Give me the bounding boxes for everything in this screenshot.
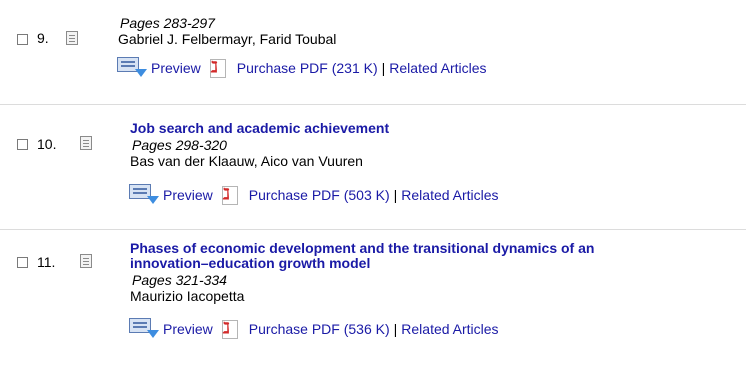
purchase-pdf-link[interactable]: Purchase PDF (536 K) <box>249 321 390 337</box>
item-links: Preview ℷ Purchase PDF (536 K) | Related… <box>129 318 499 340</box>
link-separator: | <box>393 187 398 203</box>
article-item-11: 11. Phases of economic development and t… <box>0 230 746 372</box>
link-separator: | <box>393 321 398 337</box>
preview-link[interactable]: Preview <box>163 321 213 337</box>
select-checkbox[interactable] <box>17 139 28 150</box>
article-title-line-2[interactable]: innovation–education growth model <box>130 256 594 271</box>
item-authors: Maurizio Iacopetta <box>130 288 245 304</box>
pdf-icon[interactable]: ℷ <box>219 318 241 340</box>
item-number: 9. <box>37 30 49 46</box>
abstract-doc-icon[interactable] <box>80 254 92 268</box>
item-authors: Bas van der Klaauw, Aico van Vuuren <box>130 153 363 169</box>
purchase-pdf-link[interactable]: Purchase PDF (231 K) <box>237 60 378 76</box>
preview-link[interactable]: Preview <box>163 187 213 203</box>
item-number: 10. <box>37 136 57 152</box>
preview-link[interactable]: Preview <box>151 60 201 76</box>
item-links: Preview ℷ Purchase PDF (231 K) | Related… <box>117 57 487 79</box>
purchase-pdf-link[interactable]: Purchase PDF (503 K) <box>249 187 390 203</box>
related-articles-link[interactable]: Related Articles <box>389 60 486 76</box>
item-number: 11. <box>37 254 56 270</box>
preview-icon[interactable] <box>129 318 159 340</box>
item-pages: Pages 321-334 <box>132 272 227 288</box>
preview-icon[interactable] <box>129 184 159 206</box>
item-pages: Pages 283-297 <box>120 15 215 31</box>
link-separator: | <box>381 60 386 76</box>
article-item-10: 10. Job search and academic achievement … <box>0 105 746 229</box>
pdf-icon[interactable]: ℷ <box>207 57 229 79</box>
item-authors: Gabriel J. Felbermayr, Farid Toubal <box>118 31 337 47</box>
pdf-icon[interactable]: ℷ <box>219 184 241 206</box>
select-checkbox[interactable] <box>17 257 28 268</box>
related-articles-link[interactable]: Related Articles <box>401 187 498 203</box>
related-articles-link[interactable]: Related Articles <box>401 321 498 337</box>
article-title-link[interactable]: Phases of economic development and the t… <box>130 241 594 271</box>
item-links: Preview ℷ Purchase PDF (503 K) | Related… <box>129 184 499 206</box>
article-item-9: 9. Pages 283-297 Gabriel J. Felbermayr, … <box>0 0 746 104</box>
article-title-line-1[interactable]: Phases of economic development and the t… <box>130 241 594 256</box>
abstract-doc-icon[interactable] <box>80 136 92 150</box>
abstract-doc-icon[interactable] <box>66 31 78 45</box>
item-pages: Pages 298-320 <box>132 137 227 153</box>
select-checkbox[interactable] <box>17 34 28 45</box>
preview-icon[interactable] <box>117 57 147 79</box>
article-title-link[interactable]: Job search and academic achievement <box>130 121 389 136</box>
